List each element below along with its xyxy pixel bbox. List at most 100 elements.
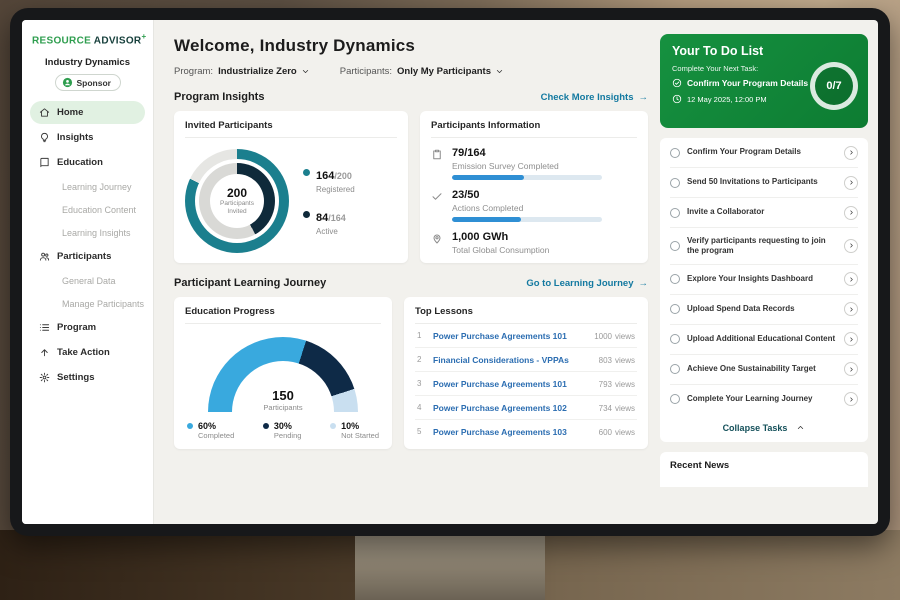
sidebar-item-home[interactable]: Home bbox=[30, 101, 145, 124]
participants-filter[interactable]: Participants: Only My Participants bbox=[340, 66, 504, 77]
donut-legend: 164/200 Registered 84/164 Active bbox=[303, 166, 355, 236]
task-open-button[interactable] bbox=[844, 332, 858, 346]
filter-bar: Program: Industrialize Zero Participants… bbox=[174, 66, 648, 77]
task-row-explore-insights[interactable]: Explore Your Insights Dashboard bbox=[670, 265, 858, 295]
task-row-invite-collaborator[interactable]: Invite a Collaborator bbox=[670, 198, 858, 228]
task-checkbox[interactable] bbox=[670, 178, 680, 188]
legend-dot bbox=[303, 169, 310, 176]
chevron-down-icon bbox=[301, 67, 310, 76]
home-icon bbox=[39, 107, 50, 118]
donut-outer-ring: 200 Participants Invited bbox=[185, 149, 289, 253]
user-circle-icon bbox=[62, 77, 73, 88]
chevron-right-icon bbox=[848, 336, 855, 343]
task-checkbox[interactable] bbox=[670, 148, 680, 158]
sidebar-item-general-data[interactable]: General Data bbox=[30, 270, 145, 291]
lesson-views: 734 bbox=[599, 404, 612, 413]
sidebar-item-take-action[interactable]: Take Action bbox=[30, 341, 145, 364]
lesson-row: 5 Power Purchase Agreements 103 600views bbox=[415, 420, 637, 443]
lesson-link[interactable]: Financial Considerations - VPPAs bbox=[433, 355, 588, 365]
actions-progress-bar bbox=[452, 217, 602, 222]
task-row-complete-learning-journey[interactable]: Complete Your Learning Journey bbox=[670, 385, 858, 414]
task-row-upload-spend-data[interactable]: Upload Spend Data Records bbox=[670, 295, 858, 325]
card-title: Education Progress bbox=[185, 306, 381, 324]
sidebar-item-program[interactable]: Program bbox=[30, 316, 145, 339]
task-row-achieve-target[interactable]: Achieve One Sustainability Target bbox=[670, 355, 858, 385]
sidebar-item-insights[interactable]: Insights bbox=[30, 126, 145, 149]
program-filter[interactable]: Program: Industrialize Zero bbox=[174, 66, 310, 77]
task-checkbox[interactable] bbox=[670, 334, 680, 344]
task-checkbox[interactable] bbox=[670, 241, 680, 251]
donut-center-value: 200 bbox=[227, 186, 247, 200]
lesson-link[interactable]: Power Purchase Agreements 101 bbox=[433, 379, 588, 389]
sidebar-item-education[interactable]: Education bbox=[30, 151, 145, 174]
arrow-right-icon: → bbox=[639, 92, 649, 103]
participants-information-card: Participants Information 79/164 Emission… bbox=[420, 111, 648, 263]
lesson-link[interactable]: Power Purchase Agreements 101 bbox=[433, 331, 583, 341]
lesson-row: 3 Power Purchase Agreements 101 793views bbox=[415, 372, 637, 396]
legend-item-registered: 164/200 Registered bbox=[303, 166, 355, 194]
sidebar-nav: Home Insights Education Learning Journey… bbox=[30, 101, 145, 389]
logo-advisor: ADVISOR bbox=[94, 35, 142, 46]
lesson-link[interactable]: Power Purchase Agreements 103 bbox=[433, 427, 588, 437]
task-row-upload-educational-content[interactable]: Upload Additional Educational Content bbox=[670, 325, 858, 355]
sponsor-badge: Sponsor bbox=[55, 74, 121, 91]
sidebar-item-manage-participants[interactable]: Manage Participants bbox=[30, 293, 145, 314]
collapse-tasks-button[interactable]: Collapse Tasks bbox=[670, 414, 858, 442]
program-filter-label: Program: bbox=[174, 66, 213, 77]
check-more-insights-link[interactable]: Check More Insights → bbox=[541, 92, 648, 103]
logo-plus: + bbox=[141, 32, 146, 41]
monitor-bezel: RESOURCE ADVISOR+ Industry Dynamics Spon… bbox=[10, 8, 890, 536]
task-checkbox[interactable] bbox=[670, 208, 680, 218]
progress-fill bbox=[452, 175, 524, 180]
stat-actions-completed: 23/50 Actions Completed bbox=[431, 189, 637, 222]
task-open-button[interactable] bbox=[844, 392, 858, 406]
task-open-button[interactable] bbox=[844, 146, 858, 160]
task-open-button[interactable] bbox=[844, 176, 858, 190]
section-title: Program Insights bbox=[174, 91, 264, 103]
sidebar-item-label: Participants bbox=[57, 251, 111, 262]
link-label: Check More Insights bbox=[541, 92, 634, 103]
todo-next-task: Confirm Your Program Details bbox=[672, 78, 812, 88]
check-icon bbox=[431, 190, 443, 203]
task-open-button[interactable] bbox=[844, 362, 858, 376]
card-title: Participants Information bbox=[431, 120, 637, 138]
donut-center-label: Participants Invited bbox=[215, 200, 259, 216]
task-checkbox[interactable] bbox=[670, 274, 680, 284]
task-open-button[interactable] bbox=[844, 239, 858, 253]
sidebar-item-learning-journey[interactable]: Learning Journey bbox=[30, 176, 145, 197]
lesson-row: 2 Financial Considerations - VPPAs 803vi… bbox=[415, 348, 637, 372]
map-pin-icon bbox=[431, 232, 443, 245]
stat-global-consumption: 1,000 GWh Total Global Consumption bbox=[431, 231, 637, 255]
legend-dot bbox=[303, 211, 310, 218]
chevron-up-icon bbox=[796, 423, 805, 432]
sidebar-item-participants[interactable]: Participants bbox=[30, 245, 145, 268]
task-row-verify-participants[interactable]: Verify participants requesting to join t… bbox=[670, 228, 858, 265]
task-open-button[interactable] bbox=[844, 272, 858, 286]
lesson-row: 4 Power Purchase Agreements 102 734views bbox=[415, 396, 637, 420]
section-title: Participant Learning Journey bbox=[174, 277, 326, 289]
chevron-right-icon bbox=[848, 209, 855, 216]
lesson-link[interactable]: Power Purchase Agreements 102 bbox=[433, 403, 588, 413]
legend-item-active: 84/164 Active bbox=[303, 208, 355, 236]
emission-progress-bar bbox=[452, 175, 602, 180]
main-content: Welcome, Industry Dynamics Program: Indu… bbox=[154, 20, 660, 524]
go-to-learning-journey-link[interactable]: Go to Learning Journey → bbox=[526, 278, 648, 289]
task-row-confirm-program[interactable]: Confirm Your Program Details bbox=[670, 138, 858, 168]
task-open-button[interactable] bbox=[844, 302, 858, 316]
task-row-send-invitations[interactable]: Send 50 Invitations to Participants bbox=[670, 168, 858, 198]
learning-journey-header: Participant Learning Journey Go to Learn… bbox=[174, 277, 648, 289]
sidebar-item-label: Program bbox=[57, 322, 96, 333]
legend-item-pending: 30% Pending bbox=[263, 421, 302, 440]
task-checkbox[interactable] bbox=[670, 364, 680, 374]
lesson-rank: 3 bbox=[417, 379, 425, 388]
task-checkbox[interactable] bbox=[670, 304, 680, 314]
sidebar-item-education-content[interactable]: Education Content bbox=[30, 199, 145, 220]
monitor-stand bbox=[355, 528, 545, 600]
participants-filter-label: Participants: bbox=[340, 66, 392, 77]
sidebar-item-learning-insights[interactable]: Learning Insights bbox=[30, 222, 145, 243]
gauge-center: 150 Participants bbox=[208, 388, 358, 412]
sidebar-item-settings[interactable]: Settings bbox=[30, 366, 145, 389]
task-checkbox[interactable] bbox=[670, 394, 680, 404]
chevron-down-icon bbox=[495, 67, 504, 76]
task-open-button[interactable] bbox=[844, 206, 858, 220]
